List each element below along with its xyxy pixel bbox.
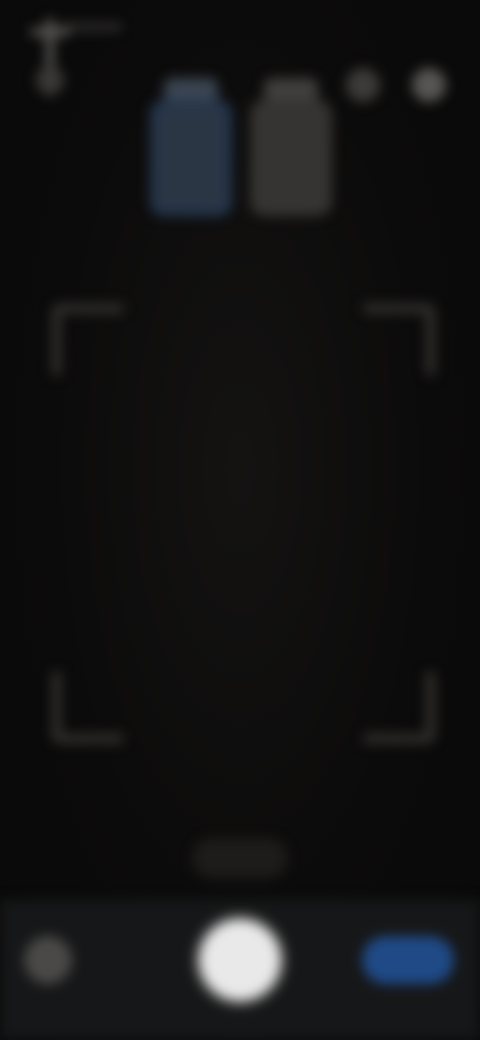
settings-icon[interactable]	[22, 10, 122, 102]
flash-icon[interactable]	[346, 68, 380, 102]
scan-mode-icon[interactable]	[150, 78, 232, 216]
more-icon[interactable]	[412, 68, 446, 102]
scan-frame-corner-top-right	[364, 304, 435, 375]
scan-frame-corner-bottom-right	[364, 672, 435, 743]
shutter-button[interactable]	[200, 920, 280, 1000]
scan-mode-body	[150, 100, 232, 216]
camera-switch-icon[interactable]	[362, 936, 454, 984]
scan-frame-corner-top-left	[52, 304, 123, 375]
scan-mode-cap	[164, 78, 218, 100]
settings-icon-extension	[62, 24, 122, 30]
document-mode-icon[interactable]	[250, 78, 332, 216]
document-mode-cap	[264, 78, 318, 100]
document-mode-body	[250, 100, 332, 216]
blurred-ui-layer	[0, 0, 480, 1040]
scan-frame-corner-bottom-left	[52, 672, 123, 743]
zoom-control[interactable]	[192, 838, 288, 878]
gallery-icon[interactable]	[24, 936, 72, 984]
settings-icon-knob	[36, 66, 64, 94]
